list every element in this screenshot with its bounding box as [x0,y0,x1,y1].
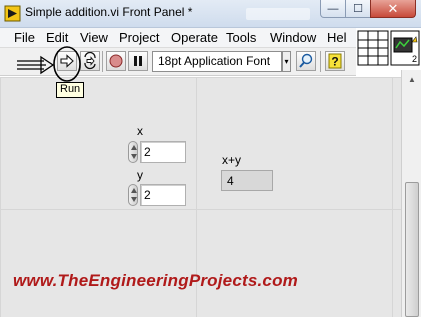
control-y-label: y [137,168,143,182]
run-tooltip: Run [56,82,85,98]
indicator-sum-value: 4 [221,170,273,191]
control-x-label: x [137,124,143,138]
control-y-value[interactable]: 2 [140,184,186,206]
increment-decrement-arrows[interactable] [128,184,138,206]
watermark-text: www.TheEngineeringProjects.com [13,271,298,290]
indicator-sum-label: x+y [222,153,242,167]
numeric-control-x[interactable]: 2 [128,141,188,163]
numeric-control-y[interactable]: 2 [128,184,188,206]
annotation-overlay [17,46,81,82]
control-x-value[interactable]: 2 [140,141,186,163]
annotation-arrow-icon [17,55,55,75]
annotation-circle [53,46,81,82]
increment-decrement-arrows[interactable] [128,141,138,163]
